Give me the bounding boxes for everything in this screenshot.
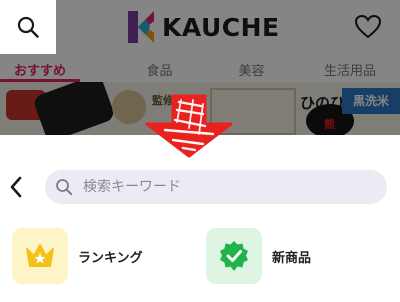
- search-icon: [17, 16, 39, 38]
- back-button[interactable]: [4, 174, 28, 200]
- quick-link-new-products[interactable]: 新商品: [206, 228, 311, 284]
- app-header: KAUCHE: [0, 0, 400, 54]
- tab-daily-goods[interactable]: 生活用品: [310, 54, 390, 82]
- tab-beauty[interactable]: 美容: [224, 54, 279, 82]
- tab-food[interactable]: 食品: [132, 54, 187, 82]
- search-bar[interactable]: [45, 170, 387, 204]
- banner-tag: 黒洗米: [342, 88, 400, 114]
- crown-icon: [26, 244, 54, 267]
- new-products-label: 新商品: [272, 250, 312, 266]
- ranking-icon-tile: [12, 228, 68, 284]
- app-logo[interactable]: KAUCHE: [126, 9, 280, 45]
- chevron-left-icon: [10, 176, 22, 198]
- logo-mark-icon: [128, 11, 154, 43]
- new-products-icon-tile: [206, 228, 262, 284]
- search-input[interactable]: [83, 179, 353, 195]
- banner-bear-badge: 熊: [324, 118, 335, 131]
- down-arrow-icon: [145, 94, 233, 158]
- new-badge-icon: [220, 241, 248, 271]
- category-tabs: おすすめ 食品 美容 生活用品: [0, 54, 400, 82]
- banner-medal: [112, 90, 146, 124]
- header-search-button[interactable]: [0, 0, 56, 54]
- quick-link-ranking[interactable]: ランキング: [12, 228, 143, 284]
- ranking-label: ランキング: [78, 250, 143, 266]
- search-icon: [56, 179, 73, 196]
- banner-product-device-body: [31, 82, 117, 135]
- logo-text: KAUCHE: [162, 12, 280, 42]
- tab-recommended[interactable]: おすすめ: [0, 54, 80, 82]
- favorite-heart-icon[interactable]: [354, 13, 382, 41]
